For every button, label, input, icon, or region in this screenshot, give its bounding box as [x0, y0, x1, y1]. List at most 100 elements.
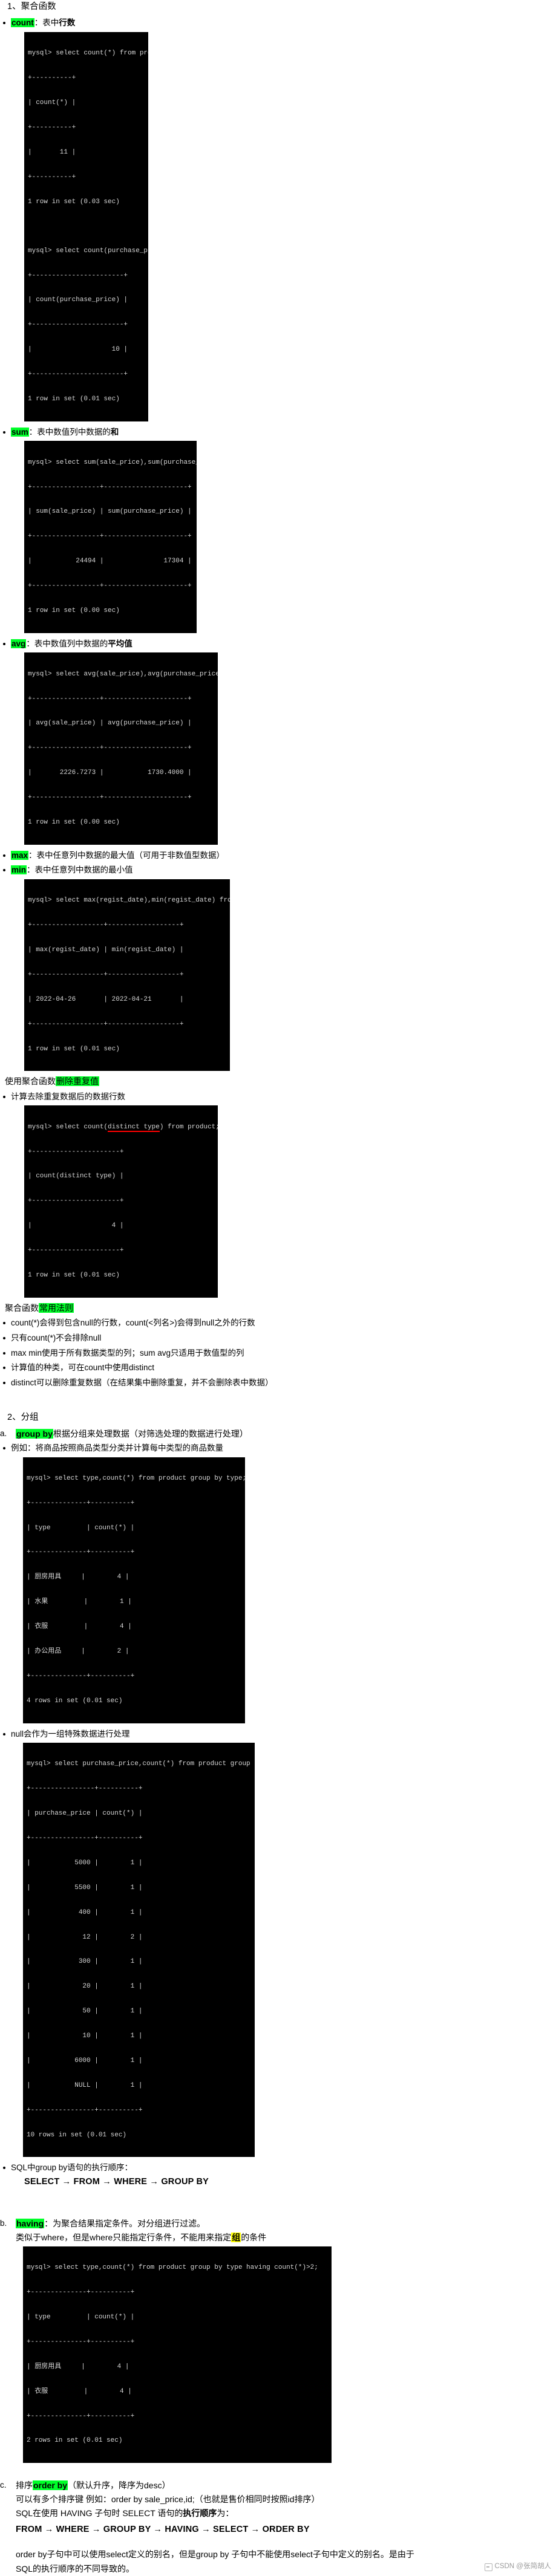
terminal-line: +--------------+----------+ [27, 2338, 135, 2346]
rules-title-prefix: 聚合函数 [5, 1303, 39, 1313]
distinct-title-highlight: 删除重复值 [56, 1076, 99, 1087]
terminal-line: | avg(sale_price) | avg(purchase_price) … [28, 720, 192, 727]
keyword-min: min [11, 865, 27, 875]
terminal-line: mysql> select avg(sale_price),avg(purcha… [28, 670, 218, 678]
order-by-desc: （默认升序，降序为desc） [68, 2480, 171, 2491]
list-item-rule: distinct可以删除重复数据（在结果集中删除重复，并不会删除表中数据） [0, 1376, 556, 1390]
terminal-line: +--------------+----------+ [27, 2412, 135, 2420]
count-desc-bold: 行数 [59, 18, 76, 28]
terminal-line: mysql> select max(regist_date),min(regis… [28, 897, 230, 905]
keyword-group-by: group by [16, 1428, 53, 1439]
list-item-rule: 只有count(*)不会排除null [0, 1331, 556, 1345]
list-item-min: min：表中任意列中数据的最小值 [0, 863, 556, 877]
terminal-line: +--------------+----------+ [27, 1549, 135, 1556]
terminal-line: | type | count(*) | [27, 2314, 135, 2321]
rules-list: count(*)会得到包含null的行数，count(<列名>)会得到null之… [0, 1316, 556, 1390]
terminal-line: | 11 | [28, 148, 76, 156]
grouping-subsection-c: c. 排序order by（默认升序，降序为desc） 可以有多个排序键 例如：… [0, 2479, 556, 2575]
terminal-line: | 厨房用具 | 4 | [27, 1573, 129, 1581]
terminal-line: +----------------+----------+ [27, 1835, 143, 1843]
terminal-line: | 12 | 2 | [27, 1933, 143, 1941]
terminal-group-by-purchase-price: mysql> select purchase_price,count(*) fr… [23, 1743, 255, 2158]
terminal-line: mysql> select purchase_price,count(*) fr… [27, 1760, 255, 1768]
terminal-line: | 4 | [28, 1222, 124, 1230]
terminal-line: +------------------+------------------+ [28, 971, 184, 978]
terminal-line: +--------------+----------+ [27, 1499, 135, 1507]
aggregate-function-list-maxmin: max：表中任意列中数据的最大值（可用于非数值型数据） min：表中任意列中数据… [0, 848, 556, 877]
watermark-text: CSDN @张简胡人 [494, 2563, 551, 2571]
keyword-sum: sum [11, 427, 29, 437]
subsection-b: b. having：为聚合结果指定条件。对分组进行过滤。 类似于where，但是… [0, 2217, 556, 2245]
terminal-avg: mysql> select avg(sale_price),avg(purcha… [24, 652, 218, 845]
having-line2-pre: 类似于where，但是where只能指定行条件，不能用来指定 [16, 2232, 232, 2242]
terminal-line: 1 row in set (0.01 sec) [28, 1045, 120, 1053]
avg-desc-bold: 平均值 [108, 639, 132, 648]
having-line2-post: 的条件 [241, 2232, 267, 2242]
terminal-line: | 水果 | 1 | [27, 1598, 132, 1606]
terminal-line: | 厨房用具 | 4 | [27, 2363, 129, 2370]
having-desc: ：为聚合结果指定条件。对分组进行过滤。 [44, 2218, 206, 2228]
keyword-count: count [11, 18, 34, 28]
terminal-having: mysql> select type,count(*) from product… [23, 2246, 332, 2464]
terminal-line: 1 row in set (0.01 sec) [28, 395, 120, 403]
terminal-line: mysql> select count(purchase_price) from… [28, 247, 148, 255]
keyword-having: having [16, 2218, 45, 2228]
group-by-desc: 根据分组来处理数据（对筛选处理的数据进行处理） [53, 1428, 248, 1439]
terminal-line: | 24494 | 17304 | [28, 558, 192, 565]
sum-desc: ：表中数值列中数据的 [28, 427, 111, 437]
order-by-line3-post: 为： [217, 2508, 234, 2519]
terminal-query-pre: mysql> select count( [28, 1123, 108, 1131]
sum-desc-bold: 和 [110, 427, 119, 437]
avg-desc: ：表中数值列中数据的 [26, 639, 108, 648]
terminal-line: | purchase_price | count(*) | [27, 1810, 143, 1818]
group-by-null-list: null会作为一组特殊数据进行处理 [0, 1727, 556, 1742]
group-by-example-list: 例如：将商品按照商品类型分类并计算每中类型的商品数量 [0, 1441, 556, 1456]
list-item-sum: sum：表中数值列中数据的和 [0, 425, 556, 440]
subsection-c-marker: c. [0, 2480, 7, 2490]
terminal-line: | 5500 | 1 | [27, 1884, 143, 1891]
terminal-query-post: ) from product; [159, 1123, 218, 1131]
terminal-line: mysql> select type,count(*) from product… [27, 2264, 318, 2272]
terminal-line: | count(*) | [28, 99, 76, 107]
aggregate-function-list-avg: avg：表中数值列中数据的平均值 [0, 637, 556, 651]
terminal-line: +--------------+----------+ [27, 1672, 135, 1680]
having-execution-sequence: FROM → WHERE → GROUP BY → HAVING → SELEC… [16, 2524, 310, 2534]
group-by-execution-sequence: SELECT → FROM → WHERE → GROUP BY [24, 2177, 209, 2187]
keyword-order-by: order by [33, 2480, 68, 2491]
max-desc: ：表中任意列中数据的最大值（可用于非数值型数据） [28, 850, 225, 860]
terminal-maxmin: mysql> select max(regist_date),min(regis… [24, 879, 230, 1072]
having-line2-highlight: 组 [231, 2232, 241, 2242]
terminal-line: | 6000 | 1 | [27, 2057, 143, 2064]
terminal-line: 1 row in set (0.00 sec) [28, 818, 120, 826]
min-desc: ：表中任意列中数据的最小值 [27, 865, 133, 875]
rules-block-title: 聚合函数常用法则 [5, 1301, 556, 1315]
terminal-line: 2 rows in set (0.01 sec) [27, 2437, 123, 2445]
terminal-line: | type | count(*) | [27, 1524, 135, 1532]
list-item-group-example: 例如：将商品按照商品类型分类并计算每中类型的商品数量 [0, 1441, 556, 1456]
distinct-title-prefix: 使用聚合函数 [5, 1076, 56, 1087]
terminal-sum: mysql> select sum(sale_price),sum(purcha… [24, 441, 197, 633]
terminal-line: 1 row in set (0.03 sec) [28, 198, 120, 206]
terminal-line: +----------------------+ [28, 1197, 124, 1205]
list-item-max: max：表中任意列中数据的最大值（可用于非数值型数据） [0, 848, 556, 863]
terminal-line: +----------------------+ [28, 1247, 124, 1255]
order-by-line3-bold: 执行顺序 [183, 2508, 217, 2519]
subsection-b-marker: b. [0, 2218, 7, 2228]
terminal-line: +-----------------+---------------------… [28, 582, 192, 590]
list-item-rule: 计算值的种类，可在count中使用distinct [0, 1361, 556, 1375]
terminal-line: | 10 | [28, 346, 128, 354]
terminal-line: | max(regist_date) | min(regist_date) | [28, 946, 184, 954]
terminal-line: 4 rows in set (0.01 sec) [27, 1697, 123, 1705]
having-desc-line2: 类似于where，但是where只能指定行条件，不能用来指定组的条件 [16, 2231, 556, 2245]
terminal-query-underlined: distinct type [108, 1123, 160, 1132]
terminal-line: +--------------+----------+ [27, 2289, 135, 2297]
terminal-line: +----------+ [28, 123, 76, 131]
terminal-line: | count(distinct type) | [28, 1173, 124, 1180]
order-by-note-line1: order by子句中可以使用select定义的别名，但是group by 子句… [16, 2549, 414, 2560]
terminal-line: +----------------+----------+ [27, 2106, 143, 2114]
terminal-line: | 2022-04-26 | 2022-04-21 | [28, 995, 184, 1003]
list-item-count: count：表中行数 [0, 16, 556, 30]
terminal-line: | 衣服 | 4 | [27, 1623, 132, 1631]
